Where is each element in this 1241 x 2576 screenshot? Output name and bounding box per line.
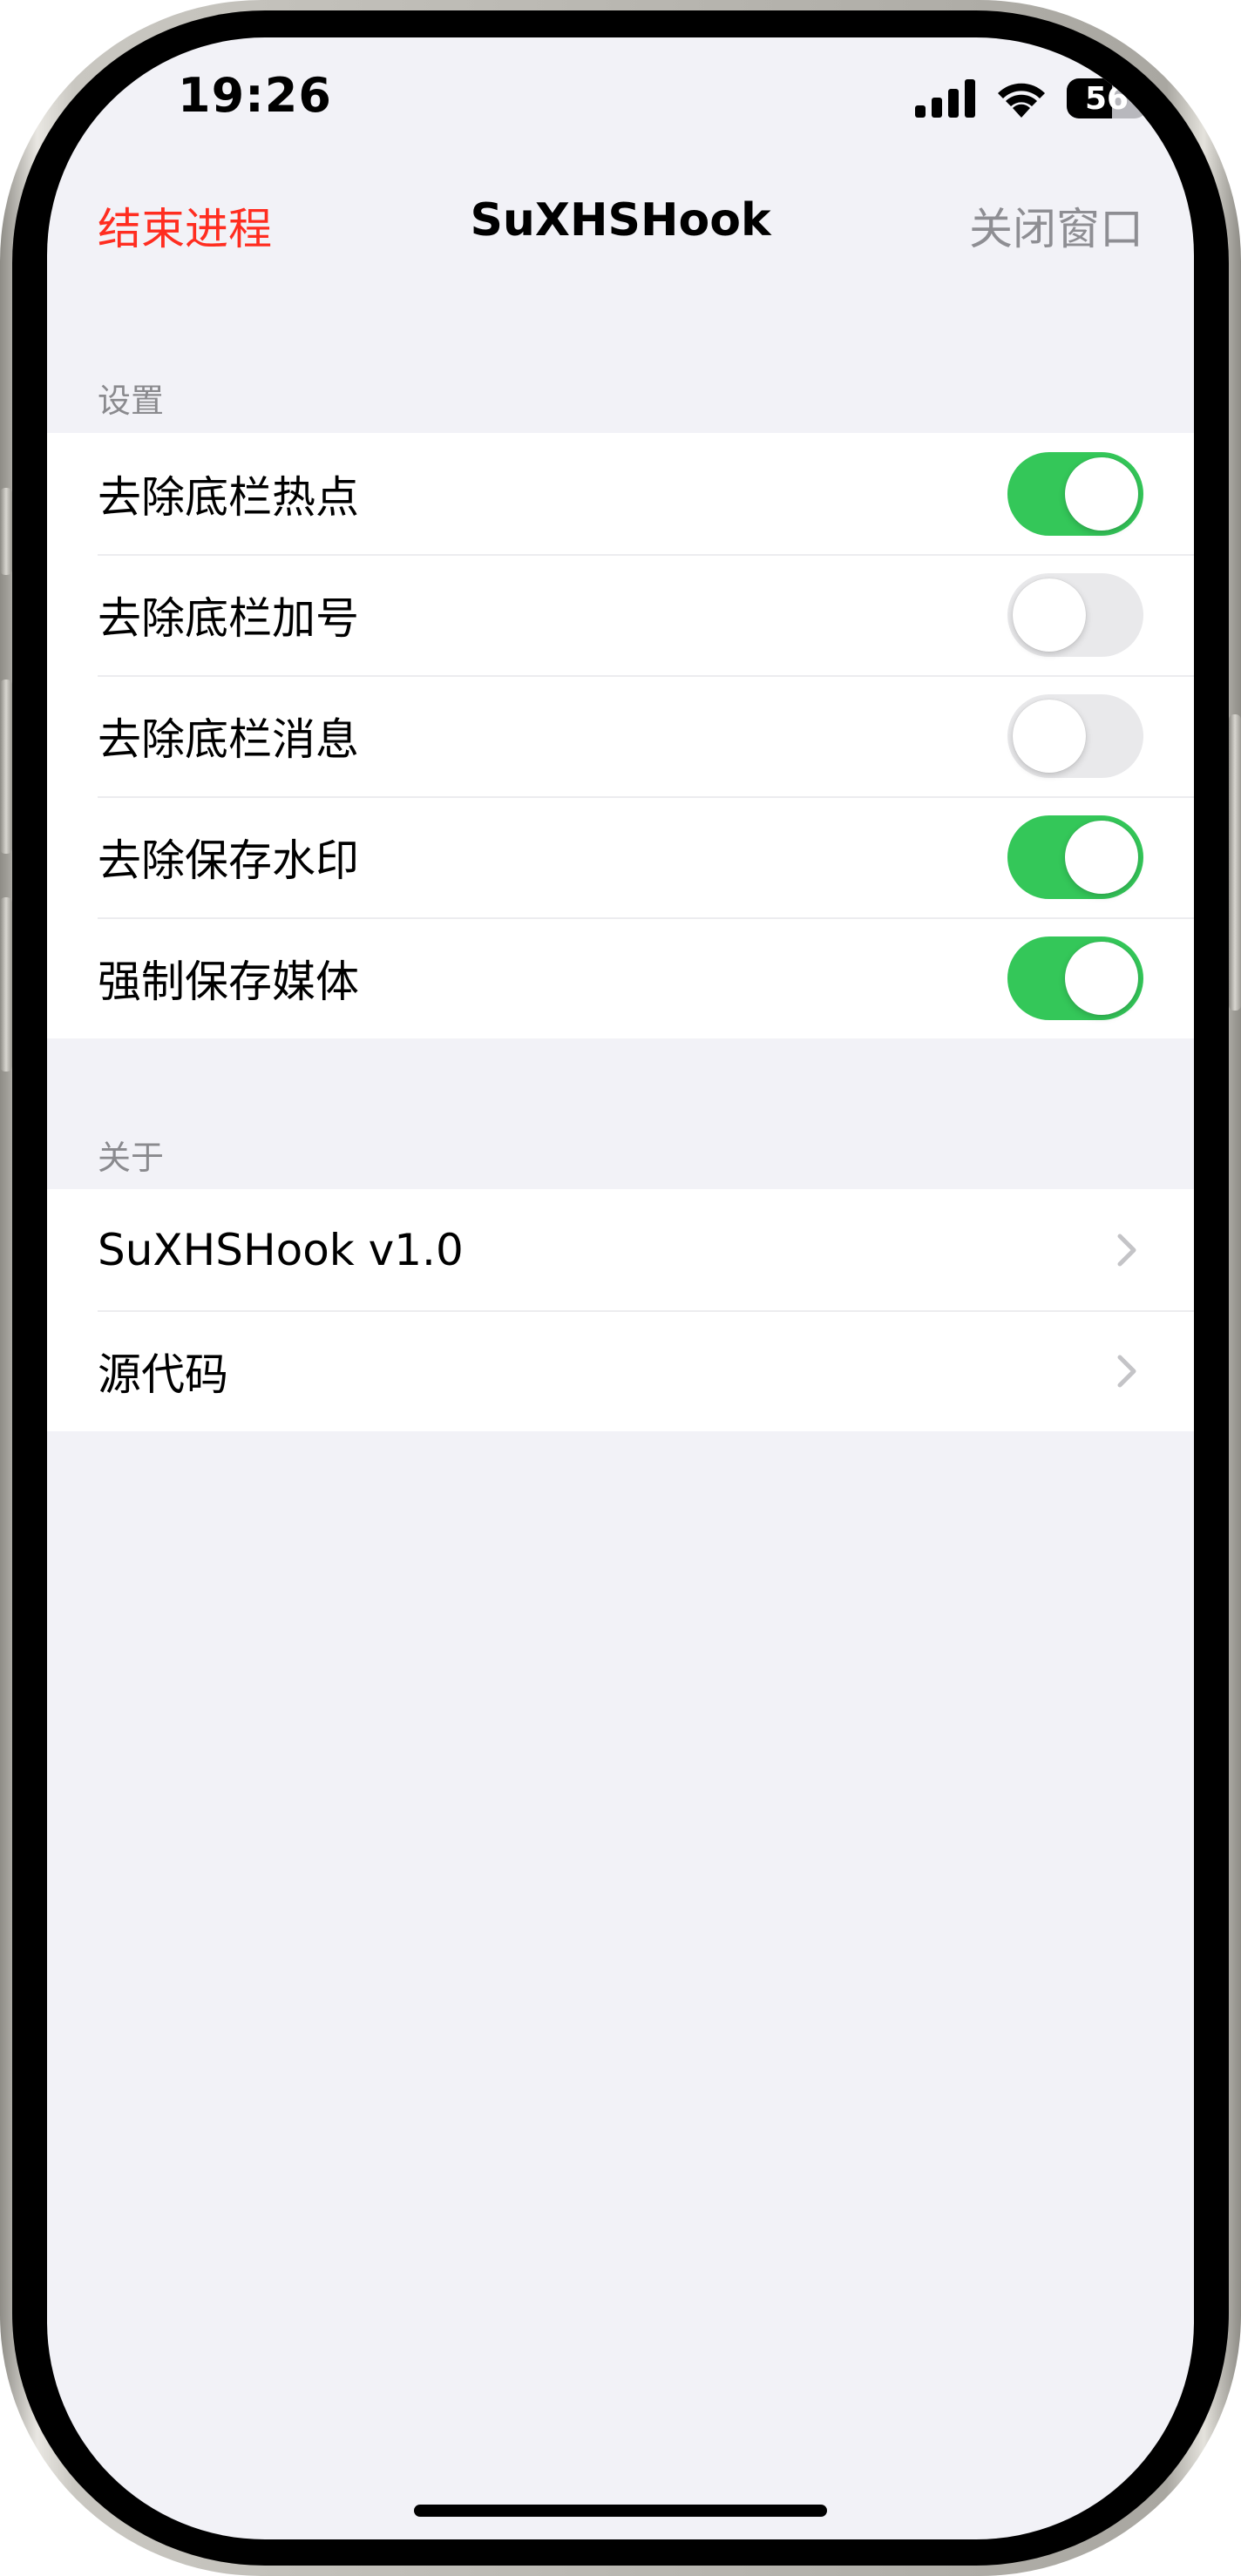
settings-toggle[interactable] [1007,815,1143,899]
about-section-header: 关于 [98,1139,165,1177]
toggle-knob [1065,456,1138,531]
settings-toggle[interactable] [1007,572,1143,657]
battery-level: 56 [1084,80,1129,117]
close-window-button[interactable]: 关闭窗口 [969,194,1143,257]
home-indicator[interactable] [414,2505,827,2517]
battery-icon: 56 [1067,78,1147,118]
settings-row-label: 强制保存媒体 [98,956,359,1007]
wifi-icon [998,83,1045,118]
battery-tip [1150,91,1156,105]
toggle-knob [1065,820,1138,894]
status-time: 19:26 [178,68,332,123]
status-icons: 56 [915,77,1156,120]
side-button [1229,714,1241,1011]
settings-row-label: 去除底栏加号 [98,592,359,644]
settings-toggle[interactable] [1007,936,1143,1020]
volume-up-button [0,679,12,854]
about-row[interactable]: SuXHSHook v1.0 [47,1189,1194,1310]
settings-row: 去除底栏消息 [47,675,1194,796]
settings-row: 去除保存水印 [47,796,1194,917]
chevron-right-icon [1117,1234,1136,1266]
about-row-label: SuXHSHook v1.0 [98,1224,464,1275]
settings-row: 去除底栏热点 [47,433,1194,554]
volume-down-button [0,897,12,1072]
settings-row: 强制保存媒体 [47,917,1194,1038]
settings-toggle[interactable] [1007,451,1143,536]
settings-row: 去除底栏加号 [47,554,1194,675]
toggle-knob [1013,699,1086,773]
about-row[interactable]: 源代码 [47,1310,1194,1431]
settings-row-label: 去除保存水印 [98,835,359,886]
cellular-signal-icon [915,79,975,118]
settings-group: 去除底栏热点 去除底栏加号 去除底栏消息 去除保存水印 强制保存媒体 [47,433,1194,1038]
about-group: SuXHSHook v1.0 源代码 [47,1189,1194,1431]
settings-row-label: 去除底栏热点 [98,471,359,523]
mute-switch [0,488,12,575]
toggle-knob [1065,941,1138,1015]
toggle-knob [1013,578,1086,652]
settings-section-header: 设置 [98,382,165,420]
about-row-label: 源代码 [98,1349,228,1400]
chevron-right-icon [1117,1355,1136,1387]
settings-toggle[interactable] [1007,693,1143,778]
settings-row-label: 去除底栏消息 [98,713,359,765]
screen: 19:26 56 结束进程 SuXHSHook 关闭窗口 设置 去除底栏热点 去除… [47,37,1194,2539]
